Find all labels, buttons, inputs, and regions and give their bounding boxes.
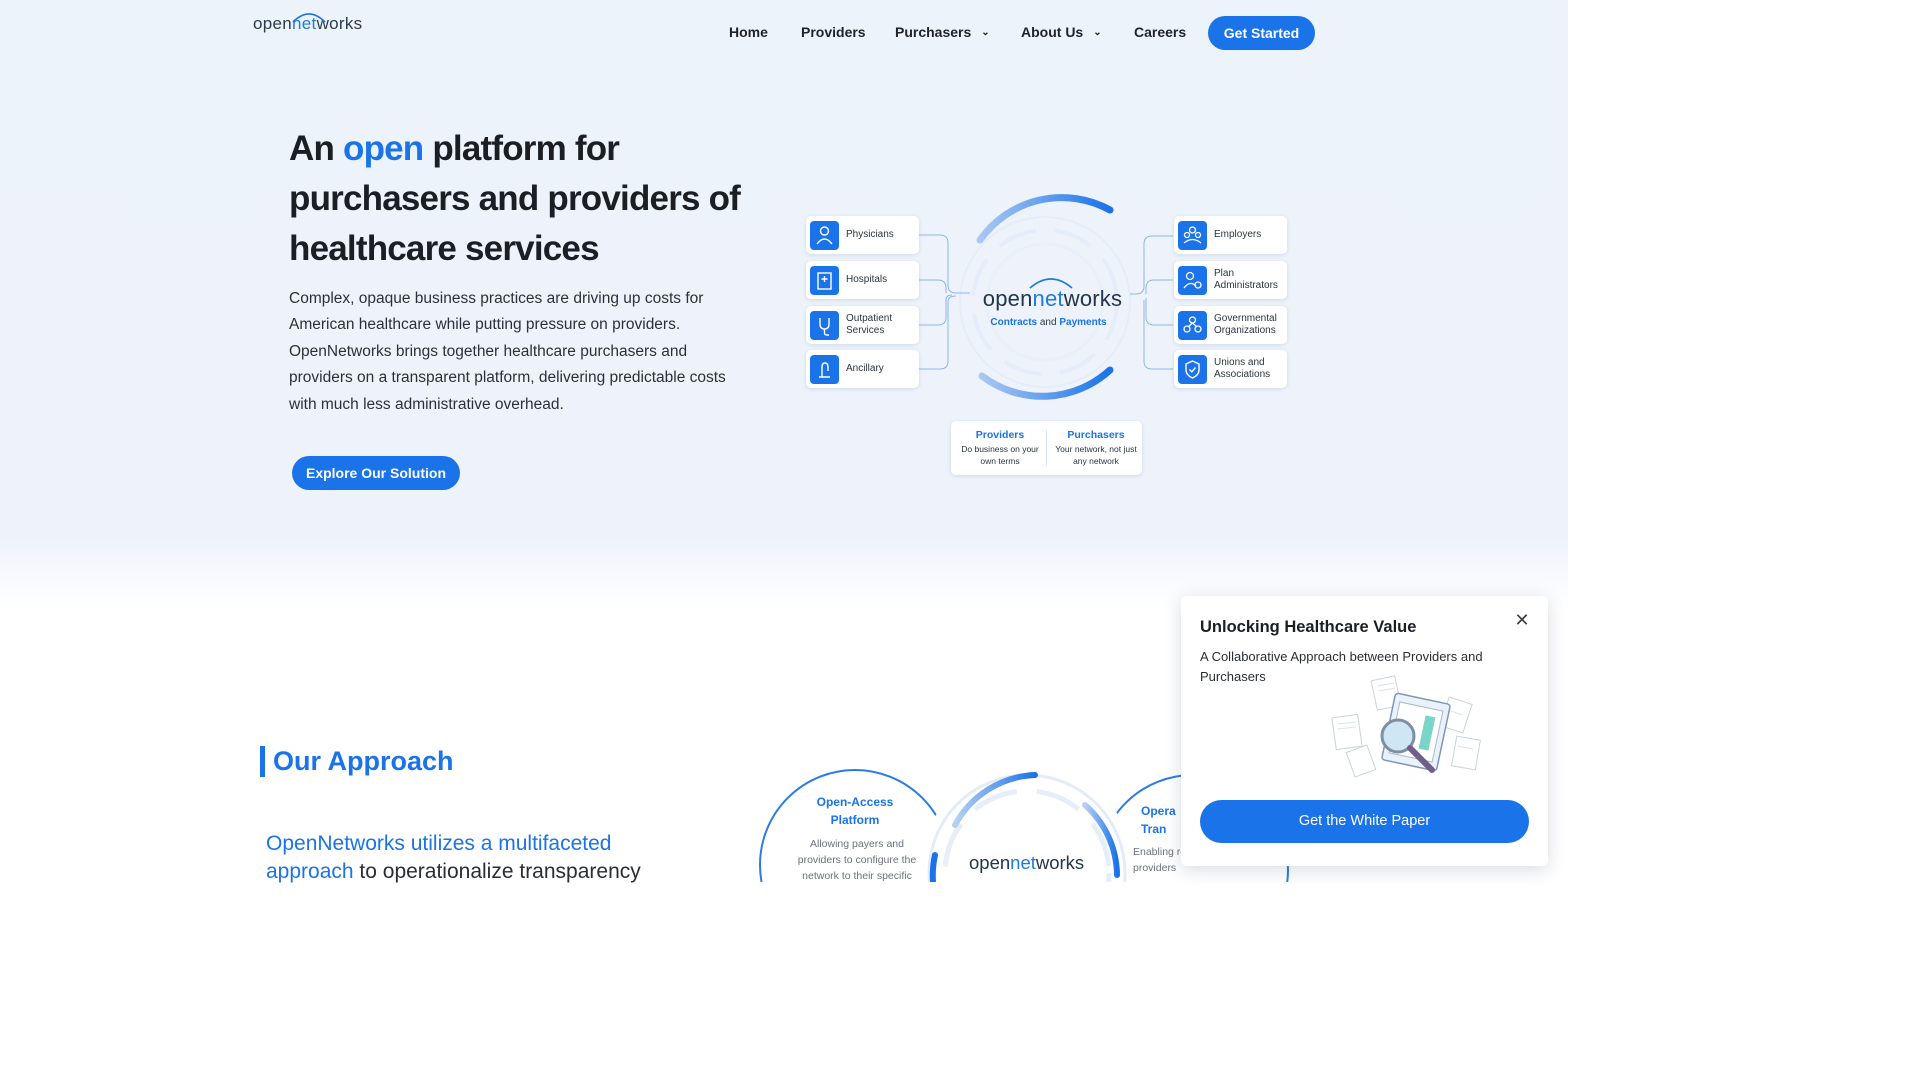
circle-open-access-title: Open-Access Platform: [816, 795, 894, 827]
nav-about-us-label: About Us: [1021, 24, 1084, 40]
ancillary-icon: [810, 355, 839, 384]
circle-open-access-text: Allowing payers and providers to configu…: [797, 838, 917, 882]
node-ancillary: Ancillary: [806, 350, 919, 388]
nav-careers[interactable]: Careers: [1134, 24, 1186, 40]
nav-providers-label: Providers: [801, 24, 866, 40]
circle-operational-title: Opera Tran: [1141, 804, 1176, 836]
legend-divider: [1046, 430, 1047, 466]
nav-purchasers-label: Purchasers: [895, 24, 972, 40]
node-governmental-organizations: Governmental Organizations: [1174, 306, 1287, 344]
hero-background: [0, 0, 1568, 610]
nav-home[interactable]: Home: [729, 24, 768, 40]
logo-text-open: open: [253, 14, 293, 33]
administrator-icon: [1178, 266, 1207, 295]
hero-title-accent: open: [342, 129, 424, 168]
nav-providers[interactable]: Providers: [801, 24, 866, 40]
documents-magnifier-icon: [1331, 675, 1482, 778]
hub-sub-contracts: Contracts: [990, 317, 1038, 328]
approach-text: OpenNetworks utilizes a multifaceted app…: [266, 830, 686, 886]
legend-purchasers-title: Purchasers: [1067, 429, 1125, 441]
government-icon: [1178, 311, 1207, 340]
shield-icon: [1178, 355, 1207, 384]
node-plan-administrators: Plan Administrators: [1174, 261, 1287, 299]
node-label: Governmental Organizations: [1214, 312, 1277, 337]
close-icon[interactable]: ✕: [1512, 610, 1532, 630]
physician-icon: [810, 221, 839, 250]
get-white-paper-button[interactable]: Get the White Paper: [1200, 800, 1529, 843]
legend-providers-title: Providers: [975, 429, 1025, 441]
circle-center-logo: opennetworks: [969, 852, 1084, 874]
nav-about-us[interactable]: About Us ⌄: [1021, 24, 1102, 40]
hero-title-part1: An: [289, 129, 343, 168]
hub-logo-open: open: [982, 286, 1033, 311]
hub-subtitle: Contracts and Payments: [970, 317, 1127, 328]
hub-sub-and: and: [1037, 317, 1060, 328]
circle-logo-works: works: [1035, 852, 1085, 873]
node-employers: Employers: [1174, 216, 1287, 254]
hub-logo-works: works: [1063, 286, 1123, 311]
nav-careers-label: Careers: [1134, 24, 1187, 40]
chevron-down-icon: ⌄: [981, 27, 990, 38]
circle-logo-net: net: [1010, 852, 1036, 873]
hospital-icon: [810, 266, 839, 295]
explore-solution-button[interactable]: Explore Our Solution: [292, 456, 460, 490]
circle-logo-open: open: [969, 852, 1011, 873]
site-logo[interactable]: opennetworks: [253, 13, 362, 34]
hub-logo-arc-icon: [1029, 278, 1073, 289]
stethoscope-icon: [810, 311, 839, 340]
approach-title: Our Approach: [273, 746, 454, 776]
get-started-button[interactable]: Get Started: [1208, 16, 1315, 50]
node-unions-associations: Unions and Associations: [1174, 350, 1287, 388]
popup-title: Unlocking Healthcare Value: [1200, 618, 1417, 636]
logo-arc-icon: [292, 13, 326, 23]
legend-providers: Providers Do business on your own terms: [954, 429, 1046, 467]
employers-icon: [1178, 221, 1207, 250]
node-label: Hospitals: [846, 273, 888, 285]
hub-logo-net: net: [1032, 286, 1064, 311]
approach-accent-bar: [260, 746, 265, 777]
node-label: Employers: [1214, 228, 1262, 240]
nav-purchasers[interactable]: Purchasers ⌄: [895, 24, 990, 40]
legend-purchasers-text: Your network, not just any network: [1055, 444, 1137, 466]
hero-description: Complex, opaque business practices are d…: [289, 290, 726, 413]
node-label: Ancillary: [846, 362, 884, 374]
legend-purchasers: Purchasers Your network, not just any ne…: [1050, 429, 1142, 467]
hub-sub-payments: Payments: [1059, 317, 1107, 328]
node-physicians: Physicians: [806, 216, 919, 254]
platform-diagram: Physicians Hospitals Outpatient Services…: [800, 190, 1300, 485]
node-label: Plan Administrators: [1214, 267, 1278, 292]
node-label: Physicians: [846, 228, 894, 240]
hub-logo: opennetworks: [970, 286, 1135, 312]
chevron-down-icon: ⌄: [1093, 27, 1102, 38]
node-label: Unions and Associations: [1214, 356, 1271, 381]
diagram-legend: Providers Do business on your own terms …: [951, 421, 1142, 475]
node-label: Outpatient Services: [846, 312, 893, 337]
legend-providers-text: Do business on your own terms: [961, 444, 1039, 466]
node-hospitals: Hospitals: [806, 261, 919, 299]
hero-title: An open platform for purchasers and prov…: [289, 124, 749, 274]
nav-home-label: Home: [729, 24, 768, 40]
approach-text-rest: to operationalize transparency: [353, 860, 641, 883]
node-outpatient-services: Outpatient Services: [806, 306, 919, 344]
white-paper-popup: ✕ Unlocking Healthcare Value A Collabora…: [1181, 596, 1548, 866]
